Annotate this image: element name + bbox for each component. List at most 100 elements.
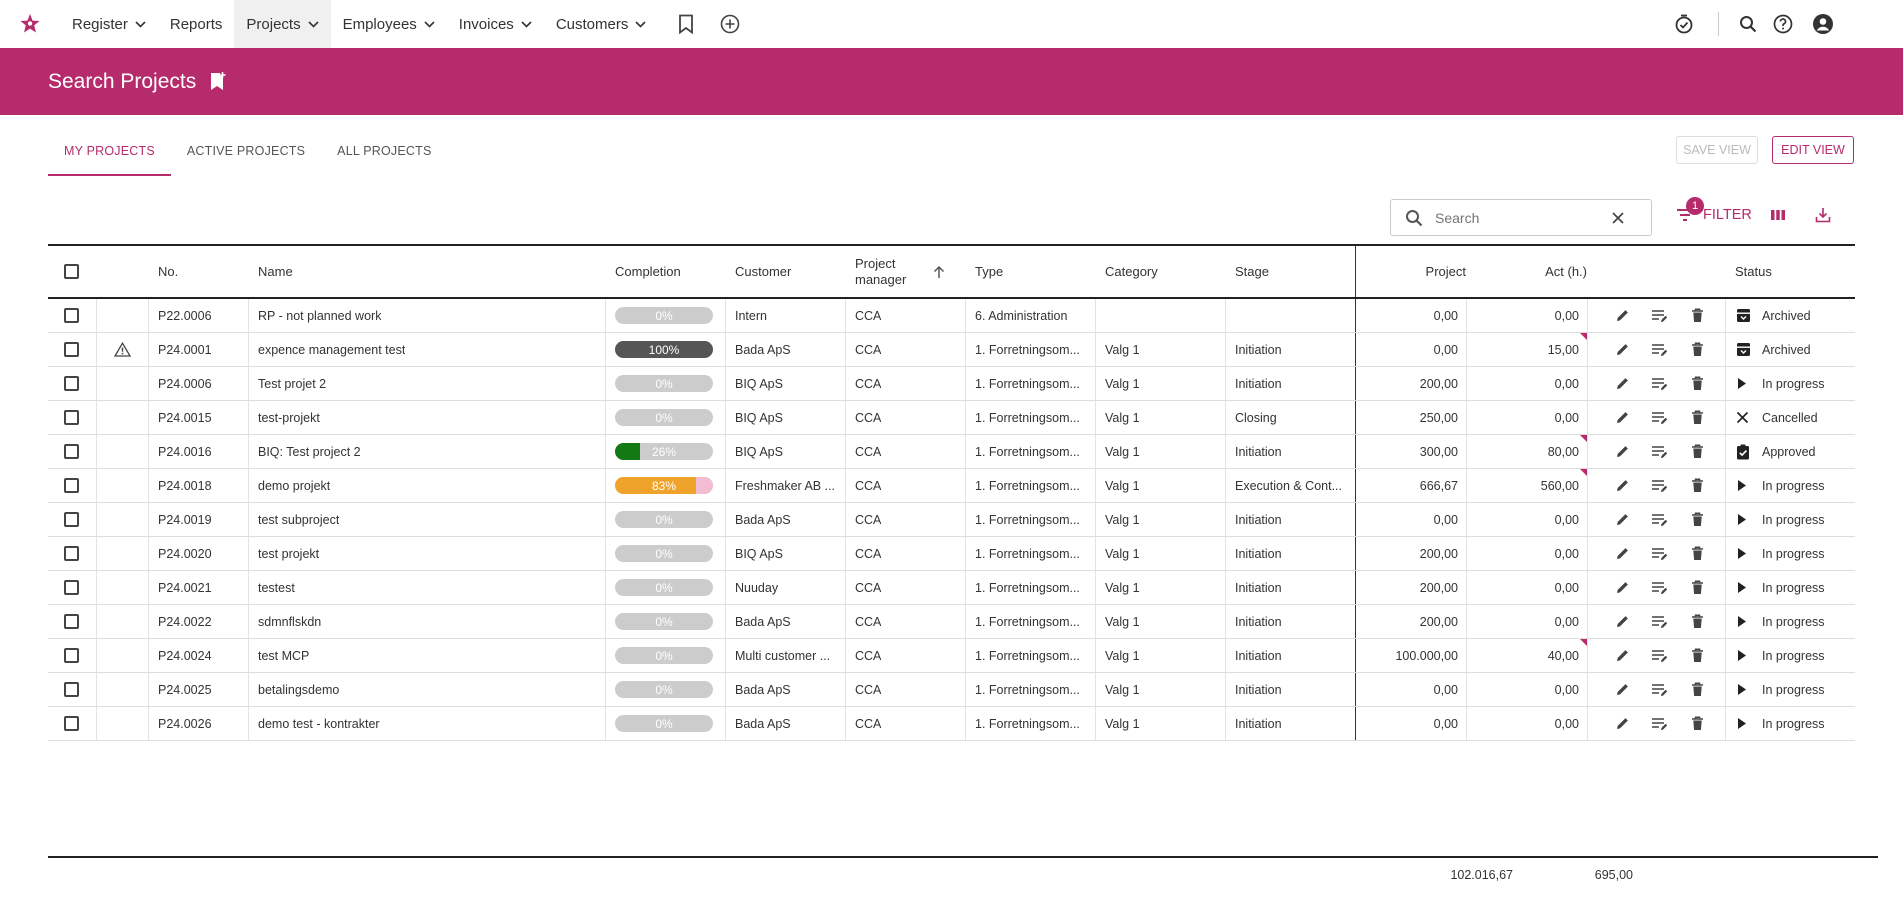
col-customer[interactable]: Customer <box>735 246 791 297</box>
nav-customers[interactable]: Customers <box>544 0 659 48</box>
row-checkbox[interactable] <box>64 401 79 434</box>
help-icon[interactable] <box>1763 0 1803 48</box>
trash-icon[interactable] <box>1691 367 1704 400</box>
table-row[interactable]: P22.0006 RP - not planned work Intern CCA 6.… <box>48 299 1855 333</box>
table-row[interactable]: P24.0025 betalingsdemo Bada ApS CCA 1. Forre… <box>48 673 1855 707</box>
table-row[interactable]: P24.0022 sdmnflskdn Bada ApS CCA 1. Forretni… <box>48 605 1855 639</box>
col-completion[interactable]: Completion <box>615 246 681 297</box>
table-row[interactable]: P24.0019 test subproject Bada ApS CCA 1. For… <box>48 503 1855 537</box>
filter-button[interactable]: 1 FILTER <box>1676 197 1752 223</box>
table-row[interactable]: P24.0001 expence management test Bada ApS C… <box>48 333 1855 367</box>
tab-my-projects[interactable]: MY PROJECTS <box>48 138 171 176</box>
notes-icon[interactable] <box>1651 503 1669 536</box>
sort-ascending-icon[interactable] <box>933 246 945 297</box>
search-icon[interactable] <box>1733 0 1763 48</box>
edit-pencil-icon[interactable] <box>1615 299 1630 332</box>
trash-icon[interactable] <box>1691 571 1704 604</box>
edit-pencil-icon[interactable] <box>1615 469 1630 502</box>
notes-icon[interactable] <box>1651 707 1669 740</box>
table-row[interactable]: P24.0016 BIQ: Test project 2 BIQ ApS CCA 1. … <box>48 435 1855 469</box>
trash-icon[interactable] <box>1691 333 1704 366</box>
notes-icon[interactable] <box>1651 673 1669 706</box>
clear-search-icon[interactable] <box>1611 211 1625 225</box>
edit-pencil-icon[interactable] <box>1615 333 1630 366</box>
notes-icon[interactable] <box>1651 469 1669 502</box>
table-row[interactable]: P24.0026 demo test - kontrakter Bada ApS CC… <box>48 707 1855 741</box>
notes-icon[interactable] <box>1651 435 1669 468</box>
table-row[interactable]: P24.0015 test-projekt BIQ ApS CCA 1. Forretn… <box>48 401 1855 435</box>
col-stage[interactable]: Stage <box>1235 246 1269 297</box>
nav-invoices[interactable]: Invoices <box>447 0 544 48</box>
tab-all-projects[interactable]: ALL PROJECTS <box>321 138 447 176</box>
trash-icon[interactable] <box>1691 537 1704 570</box>
timer-icon[interactable] <box>1664 0 1704 48</box>
col-category[interactable]: Category <box>1105 246 1158 297</box>
col-act[interactable]: Act (h.) <box>1476 246 1587 297</box>
row-checkbox[interactable] <box>64 333 79 366</box>
trash-icon[interactable] <box>1691 401 1704 434</box>
col-project-manager[interactable]: Project manager <box>855 246 915 297</box>
trash-icon[interactable] <box>1691 605 1704 638</box>
notes-icon[interactable] <box>1651 537 1669 570</box>
edit-pencil-icon[interactable] <box>1615 605 1630 638</box>
app-logo[interactable] <box>0 0 60 48</box>
nav-reports[interactable]: Reports <box>158 0 235 48</box>
col-no[interactable]: No. <box>158 246 178 297</box>
edit-pencil-icon[interactable] <box>1615 673 1630 706</box>
row-checkbox[interactable] <box>64 605 79 638</box>
row-checkbox[interactable] <box>64 571 79 604</box>
notes-icon[interactable] <box>1651 571 1669 604</box>
account-icon[interactable] <box>1803 0 1843 48</box>
notes-icon[interactable] <box>1651 333 1669 366</box>
table-row[interactable]: P24.0024 test MCP Multi customer ... CCA 1. … <box>48 639 1855 673</box>
add-circle-icon[interactable] <box>710 0 750 48</box>
edit-pencil-icon[interactable] <box>1615 367 1630 400</box>
trash-icon[interactable] <box>1691 639 1704 672</box>
trash-icon[interactable] <box>1691 503 1704 536</box>
edit-view-button[interactable]: EDIT VIEW <box>1772 136 1854 164</box>
row-checkbox[interactable] <box>64 639 79 672</box>
row-checkbox[interactable] <box>64 707 79 740</box>
row-checkbox[interactable] <box>64 503 79 536</box>
tab-active-projects[interactable]: ACTIVE PROJECTS <box>171 138 321 176</box>
select-all-checkbox[interactable] <box>64 246 79 297</box>
edit-pencil-icon[interactable] <box>1615 571 1630 604</box>
notes-icon[interactable] <box>1651 299 1669 332</box>
save-view-button[interactable]: SAVE VIEW <box>1676 136 1758 164</box>
trash-icon[interactable] <box>1691 469 1704 502</box>
notes-icon[interactable] <box>1651 639 1669 672</box>
edit-pencil-icon[interactable] <box>1615 639 1630 672</box>
table-row[interactable]: P24.0020 test projekt BIQ ApS CCA 1. Forretn… <box>48 537 1855 571</box>
bookmark-add-icon[interactable] <box>210 72 226 94</box>
trash-icon[interactable] <box>1691 299 1704 332</box>
bookmark-icon[interactable] <box>668 0 704 48</box>
col-type[interactable]: Type <box>975 246 1003 297</box>
edit-pencil-icon[interactable] <box>1615 435 1630 468</box>
nav-projects[interactable]: Projects <box>234 0 331 48</box>
table-row[interactable]: P24.0021 testest Nuuday CCA 1. Forretningsom… <box>48 571 1855 605</box>
row-checkbox[interactable] <box>64 469 79 502</box>
edit-pencil-icon[interactable] <box>1615 401 1630 434</box>
row-checkbox[interactable] <box>64 367 79 400</box>
notes-icon[interactable] <box>1651 401 1669 434</box>
search-input[interactable] <box>1433 208 1607 227</box>
row-checkbox[interactable] <box>64 435 79 468</box>
edit-pencil-icon[interactable] <box>1615 537 1630 570</box>
col-status[interactable]: Status <box>1735 246 1772 297</box>
notes-icon[interactable] <box>1651 605 1669 638</box>
table-row[interactable]: P24.0018 demo projekt Freshmaker AB ... CCA… <box>48 469 1855 503</box>
edit-pencil-icon[interactable] <box>1615 707 1630 740</box>
table-row[interactable]: P24.0006 Test projet 2 BIQ ApS CCA 1. Forret… <box>48 367 1855 401</box>
edit-pencil-icon[interactable] <box>1615 503 1630 536</box>
download-icon[interactable] <box>1815 207 1831 226</box>
trash-icon[interactable] <box>1691 707 1704 740</box>
trash-icon[interactable] <box>1691 435 1704 468</box>
trash-icon[interactable] <box>1691 673 1704 706</box>
notes-icon[interactable] <box>1651 367 1669 400</box>
columns-icon[interactable] <box>1770 207 1786 226</box>
col-name[interactable]: Name <box>258 246 293 297</box>
nav-employees[interactable]: Employees <box>331 0 447 48</box>
nav-register[interactable]: Register <box>60 0 158 48</box>
col-project[interactable]: Project <box>1356 246 1466 297</box>
row-checkbox[interactable] <box>64 673 79 706</box>
